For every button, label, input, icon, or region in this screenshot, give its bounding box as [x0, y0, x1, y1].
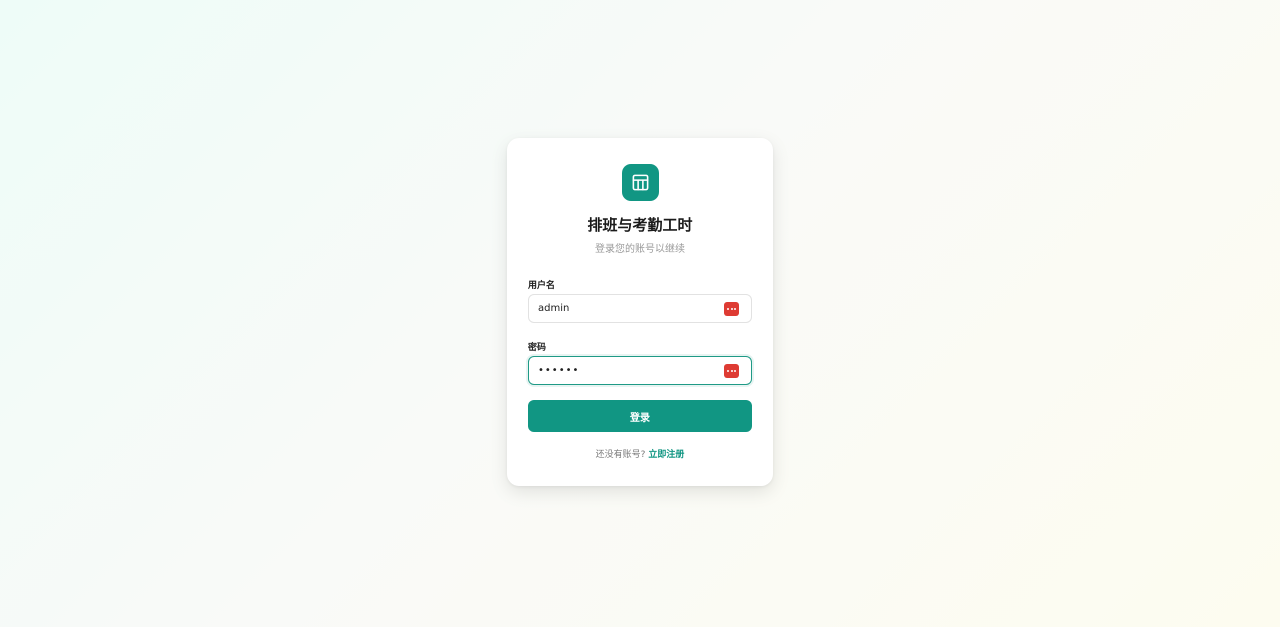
page-title: 排班与考勤工时: [587, 216, 693, 234]
username-label: 用户名: [528, 281, 556, 291]
register-prompt: 还没有账号? 立即注册: [507, 447, 773, 460]
username-input[interactable]: [538, 303, 718, 314]
username-field[interactable]: [528, 294, 752, 323]
password-label: 密码: [528, 343, 547, 353]
table-grid-icon: [632, 174, 649, 191]
app-logo: [622, 164, 659, 201]
login-button[interactable]: 登录: [528, 400, 752, 432]
register-prompt-text: 还没有账号?: [595, 450, 646, 460]
page-subtitle: 登录您的账号以继续: [595, 244, 685, 255]
password-input[interactable]: [538, 365, 718, 376]
register-link[interactable]: 立即注册: [648, 450, 684, 460]
password-manager-icon[interactable]: [724, 364, 739, 378]
login-card: 排班与考勤工时 登录您的账号以继续 用户名 密码 登录 还没有账号?立即注册: [507, 138, 773, 486]
password-manager-icon[interactable]: [724, 302, 739, 316]
password-field[interactable]: [528, 356, 752, 385]
